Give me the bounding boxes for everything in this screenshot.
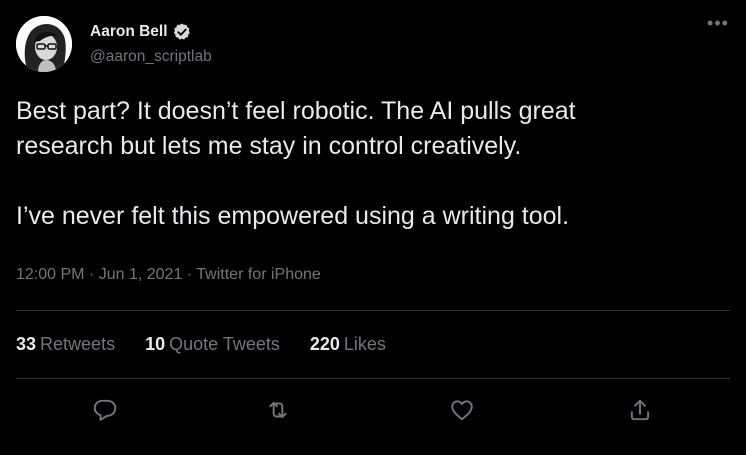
likes-count: 220 [309,334,340,354]
divider [16,310,730,311]
author-handle[interactable]: @aaron_scriptlab [90,48,212,66]
retweet-icon [269,401,287,419]
tweet-text: Best part? It doesn’t feel robotic. The … [16,97,576,230]
like-button[interactable] [446,394,478,426]
retweets-label: Retweets [40,334,116,354]
reply-icon [93,399,117,421]
like-icon [451,400,473,421]
retweets-count: 33 [16,334,37,354]
verified-badge-icon [172,22,192,42]
more-icon[interactable]: ••• [706,14,730,36]
share-button[interactable] [624,394,656,426]
quote-tweets-stat[interactable]: 10 Quote Tweets [145,334,280,355]
retweets-stat[interactable]: 33 Retweets [16,334,115,355]
quote-tweets-label: Quote Tweets [169,334,280,354]
reply-button[interactable] [89,394,121,426]
avatar[interactable] [16,16,72,72]
tweet-metadata: 12:00 PM · Jun 1, 2021 · Twitter for iPh… [16,266,321,284]
name-row: Aaron Bell [90,20,212,44]
tweet-source[interactable]: Twitter for iPhone [196,266,321,283]
likes-label: Likes [343,334,386,354]
divider [16,378,730,379]
meta-separator: · [186,266,193,283]
author-display-name[interactable]: Aaron Bell [90,23,168,41]
likes-stat[interactable]: 220 Likes [310,334,386,355]
share-icon [630,399,650,421]
meta-separator: · [88,266,95,283]
tweet-date[interactable]: Jun 1, 2021 [99,266,183,283]
retweet-button[interactable] [262,394,294,426]
tweet-stats: 33 Retweets 10 Quote Tweets 220 Likes [16,334,386,355]
author-identity: Aaron Bell @aaron_scriptlab [90,20,212,66]
quote-tweets-count: 10 [145,334,166,354]
tweet-header: Aaron Bell @aaron_scriptlab ••• [16,14,730,76]
action-bar [0,390,746,430]
tweet-card: Aaron Bell @aaron_scriptlab ••• Best par… [0,0,746,455]
avatar-illustration [16,16,72,72]
tweet-time[interactable]: 12:00 PM [16,266,84,283]
